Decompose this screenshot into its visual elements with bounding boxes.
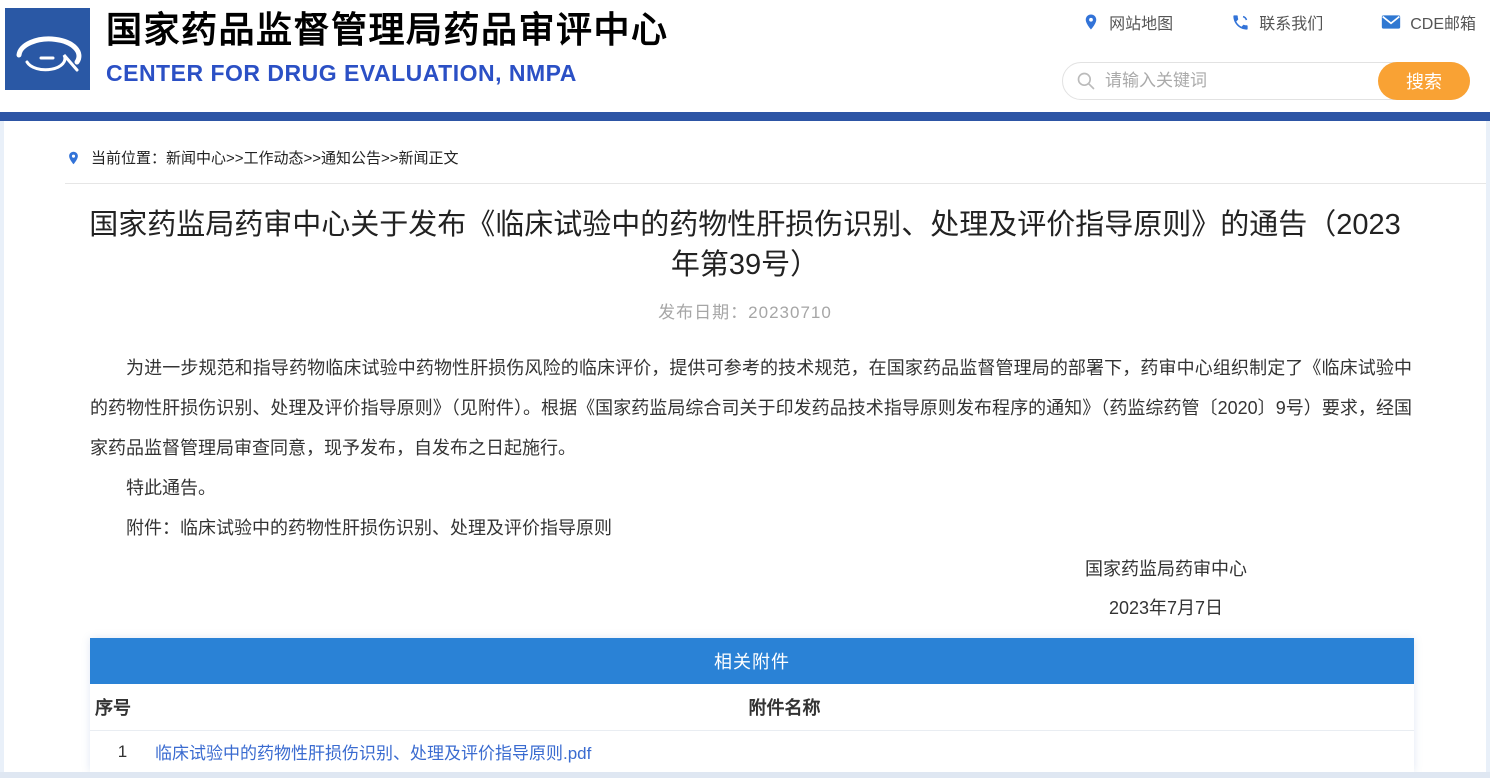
signature-block: 国家药监局药审中心 2023年7月7日 [996, 550, 1336, 628]
table-row: 1 临床试验中的药物性肝损伤识别、处理及评价指导原则.pdf [90, 731, 1414, 772]
search-bar: 搜索 [1062, 62, 1470, 100]
attachments-section-title: 相关附件 [90, 638, 1414, 684]
header-divider-bar [0, 112, 1490, 121]
page-bottom-strip [0, 772, 1490, 778]
breadcrumb-path: 当前位置：新闻中心>>工作动态>>通知公告>>新闻正文 [91, 150, 459, 167]
phone-icon [1233, 14, 1248, 30]
location-pin-icon [69, 151, 78, 164]
article-paragraph: 附件：临床试验中的药物性肝损伤识别、处理及评价指导原则 [126, 518, 612, 538]
article-body: 为进一步规范和指导药物临床试验中药物性肝损伤风险的临床评价，提供可参考的技术规范… [90, 348, 1412, 548]
signature-org: 国家药监局药审中心 [1085, 559, 1247, 579]
header-quick-links: 网站地图 联系我们 CDE邮箱 [1082, 10, 1476, 34]
mail-icon [1382, 15, 1401, 29]
site-header: 国家药品监督管理局药品审评中心 CENTER FOR DRUG EVALUATI… [0, 0, 1490, 112]
main-content-panel: 当前位置：新闻中心>>工作动态>>通知公告>>新闻正文 国家药监局药审中心关于发… [4, 121, 1486, 772]
breadcrumb-divider [65, 183, 1486, 184]
column-header-name: 附件名称 [748, 698, 821, 718]
link-sitemap-label: 网站地图 [1109, 16, 1174, 33]
breadcrumb: 当前位置：新闻中心>>工作动态>>通知公告>>新闻正文 [66, 147, 1486, 168]
link-contact[interactable]: 联系我们 [1231, 10, 1323, 34]
column-header-no: 序号 [95, 698, 131, 718]
site-title-block: 国家药品监督管理局药品审评中心 CENTER FOR DRUG EVALUATI… [106, 8, 669, 87]
link-sitemap[interactable]: 网站地图 [1082, 10, 1173, 34]
site-title-cn: 国家药品监督管理局药品审评中心 [106, 9, 669, 50]
cde-logo[interactable] [5, 8, 90, 90]
link-cde-mail-label: CDE邮箱 [1410, 16, 1476, 33]
article-paragraph: 特此通告。 [126, 478, 216, 498]
link-contact-label: 联系我们 [1259, 16, 1324, 33]
search-button[interactable]: 搜索 [1378, 62, 1470, 100]
attachments-header-row: 序号 附件名称 [90, 684, 1414, 731]
attachment-pdf-link[interactable]: 临床试验中的药物性肝损伤识别、处理及评价指导原则.pdf [155, 744, 591, 763]
attachments-table: 相关附件 序号 附件名称 1 临床试验中的药物性肝损伤识别、处理及评价指导原则.… [90, 638, 1414, 772]
publish-date: 发布日期：20230710 [658, 303, 832, 322]
article-paragraph: 为进一步规范和指导药物临床试验中药物性肝损伤风险的临床评价，提供可参考的技术规范… [90, 358, 1412, 458]
attachment-row-number: 1 [117, 741, 128, 761]
signature-date: 2023年7月7日 [1108, 598, 1224, 618]
article-title: 国家药监局药审中心关于发布《临床试验中的药物性肝损伤识别、处理及评价指导原则》的… [89, 209, 1401, 281]
site-title-en: CENTER FOR DRUG EVALUATION, NMPA [106, 60, 577, 86]
link-cde-mail[interactable]: CDE邮箱 [1381, 10, 1476, 34]
search-icon [1077, 72, 1095, 90]
map-pin-icon [1085, 14, 1097, 30]
